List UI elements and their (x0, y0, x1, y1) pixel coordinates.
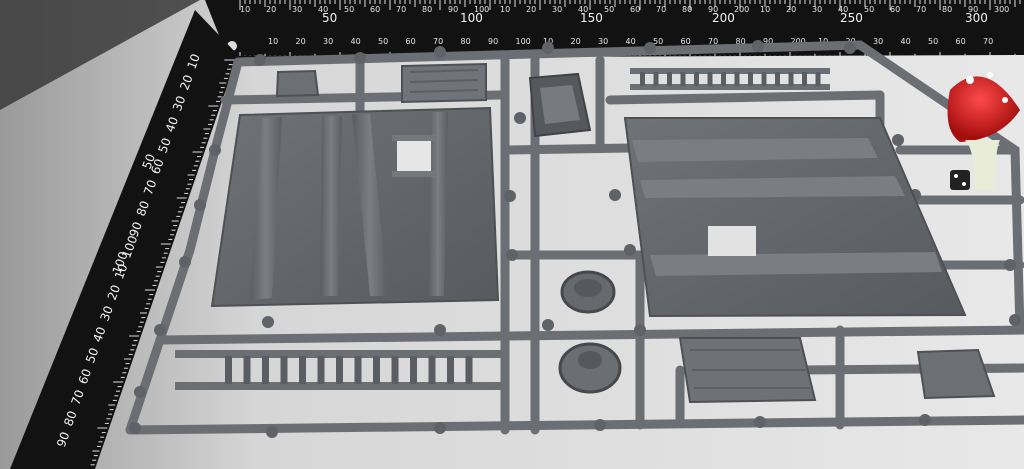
ruler-minor-label: 30 (873, 37, 883, 46)
ruler-minor-label: 60 (681, 37, 691, 46)
ladder-rung (262, 356, 269, 384)
ruler-minor-label: 90 (448, 5, 458, 14)
trough-piece (528, 72, 592, 138)
ruler-minor-label: 40 (318, 5, 328, 14)
ladder-rung (680, 72, 686, 86)
ladder-rung (336, 356, 343, 384)
ruler-minor-label: 10 (760, 5, 770, 14)
ladder-rung (694, 72, 699, 86)
ruler-minor-label: 50 (344, 5, 354, 14)
ladder-rung (802, 72, 807, 86)
ruler-minor-label: 300 (994, 5, 1009, 14)
ruler-minor-label: 30 (598, 37, 608, 46)
ruler-minor-label: 10 (268, 37, 278, 46)
ruler-minor-label: 50 (378, 37, 388, 46)
ladder-rung (225, 356, 232, 384)
ladder-rung (775, 72, 780, 86)
ruler-minor-label: 50 (604, 5, 614, 14)
ruler-minor-label: 60 (406, 37, 416, 46)
ladder-rung (317, 356, 325, 384)
ruler-minor-label: 60 (630, 5, 640, 14)
ladder-rung (447, 356, 454, 384)
ruler-minor-label: 90 (488, 37, 498, 46)
ruler-minor-label: 90 (708, 5, 718, 14)
ladder-rung (734, 72, 740, 86)
ruler-minor-label: 30 (552, 5, 562, 14)
ladder-rung (243, 356, 251, 384)
ladder-rung (299, 356, 306, 384)
ruler-minor-label: 10 (500, 5, 510, 14)
barrel-piece (560, 270, 616, 314)
ladder-rung (410, 356, 417, 384)
ladder-rung (391, 356, 399, 384)
ladder-rung (788, 72, 794, 86)
ruler-minor-label: 20 (526, 5, 536, 14)
ruler-minor-label: 100 (474, 5, 489, 14)
ruler-minor-label: 60 (370, 5, 380, 14)
ladder-rung (815, 72, 821, 86)
ruler-minor-label: 20 (266, 5, 276, 14)
ruler-minor-label: 80 (461, 37, 471, 46)
ruler-minor-label: 80 (942, 5, 952, 14)
ruler-minor-label: 200 (734, 5, 749, 14)
ruler-minor-label: 40 (578, 5, 588, 14)
ladder-rung (465, 356, 473, 384)
ladder-rung (280, 356, 288, 384)
ruler-minor-label: 70 (396, 5, 406, 14)
ruler-minor-label: 100 (516, 37, 531, 46)
ladder-rung (667, 72, 672, 86)
ladder-rung (428, 356, 436, 384)
ladder-rung (354, 356, 362, 384)
ladder-rung (707, 72, 713, 86)
ladder-rung (640, 72, 645, 86)
ruler-minor-label: 50 (928, 37, 938, 46)
ruler-minor-label: 20 (296, 37, 306, 46)
ruler-minor-label: 40 (626, 37, 636, 46)
barrel-lid-piece (558, 342, 622, 394)
photo-scene: 50 100 150 200 250 300 10 20 30 40 50 60 70 80 90 100 1… (0, 0, 1024, 469)
ruler-minor-label: 70 (916, 5, 926, 14)
ruler-minor-label: 70 (983, 37, 993, 46)
ruler-minor-label: 60 (890, 5, 900, 14)
ruler-minor-label: 40 (901, 37, 911, 46)
ruler-minor-label: 90 (968, 5, 978, 14)
hatch-opening (708, 226, 756, 256)
ruler-minor-label: 80 (682, 5, 692, 14)
ladder-rung (748, 72, 753, 86)
ruler-minor-label: 30 (292, 5, 302, 14)
dice-icon (950, 170, 970, 190)
door-piece-bottom (678, 337, 817, 404)
door-piece-top (401, 62, 487, 104)
ruler-minor-label: 40 (838, 5, 848, 14)
ruler-minor-label: 40 (351, 37, 361, 46)
ladder-rung (761, 72, 767, 86)
ruler-minor-label: 70 (656, 5, 666, 14)
ruler-minor-label: 70 (433, 37, 443, 46)
ruler-minor-label: 60 (956, 37, 966, 46)
ruler-minor-label: 50 (864, 5, 874, 14)
ruler-minor-label: 20 (786, 5, 796, 14)
ruler-minor-label: 10 (240, 5, 250, 14)
ladder-rung (373, 356, 380, 384)
ruler-minor-label: 30 (812, 5, 822, 14)
ruler-minor-label: 20 (571, 37, 581, 46)
wall-panel-left (210, 106, 500, 308)
small-tile-piece (275, 69, 320, 98)
ladder-rung (653, 72, 659, 86)
ruler-minor-label: 80 (422, 5, 432, 14)
ruler-minor-label: 30 (323, 37, 333, 46)
ladder-rung (721, 72, 726, 86)
window-opening (397, 140, 431, 172)
